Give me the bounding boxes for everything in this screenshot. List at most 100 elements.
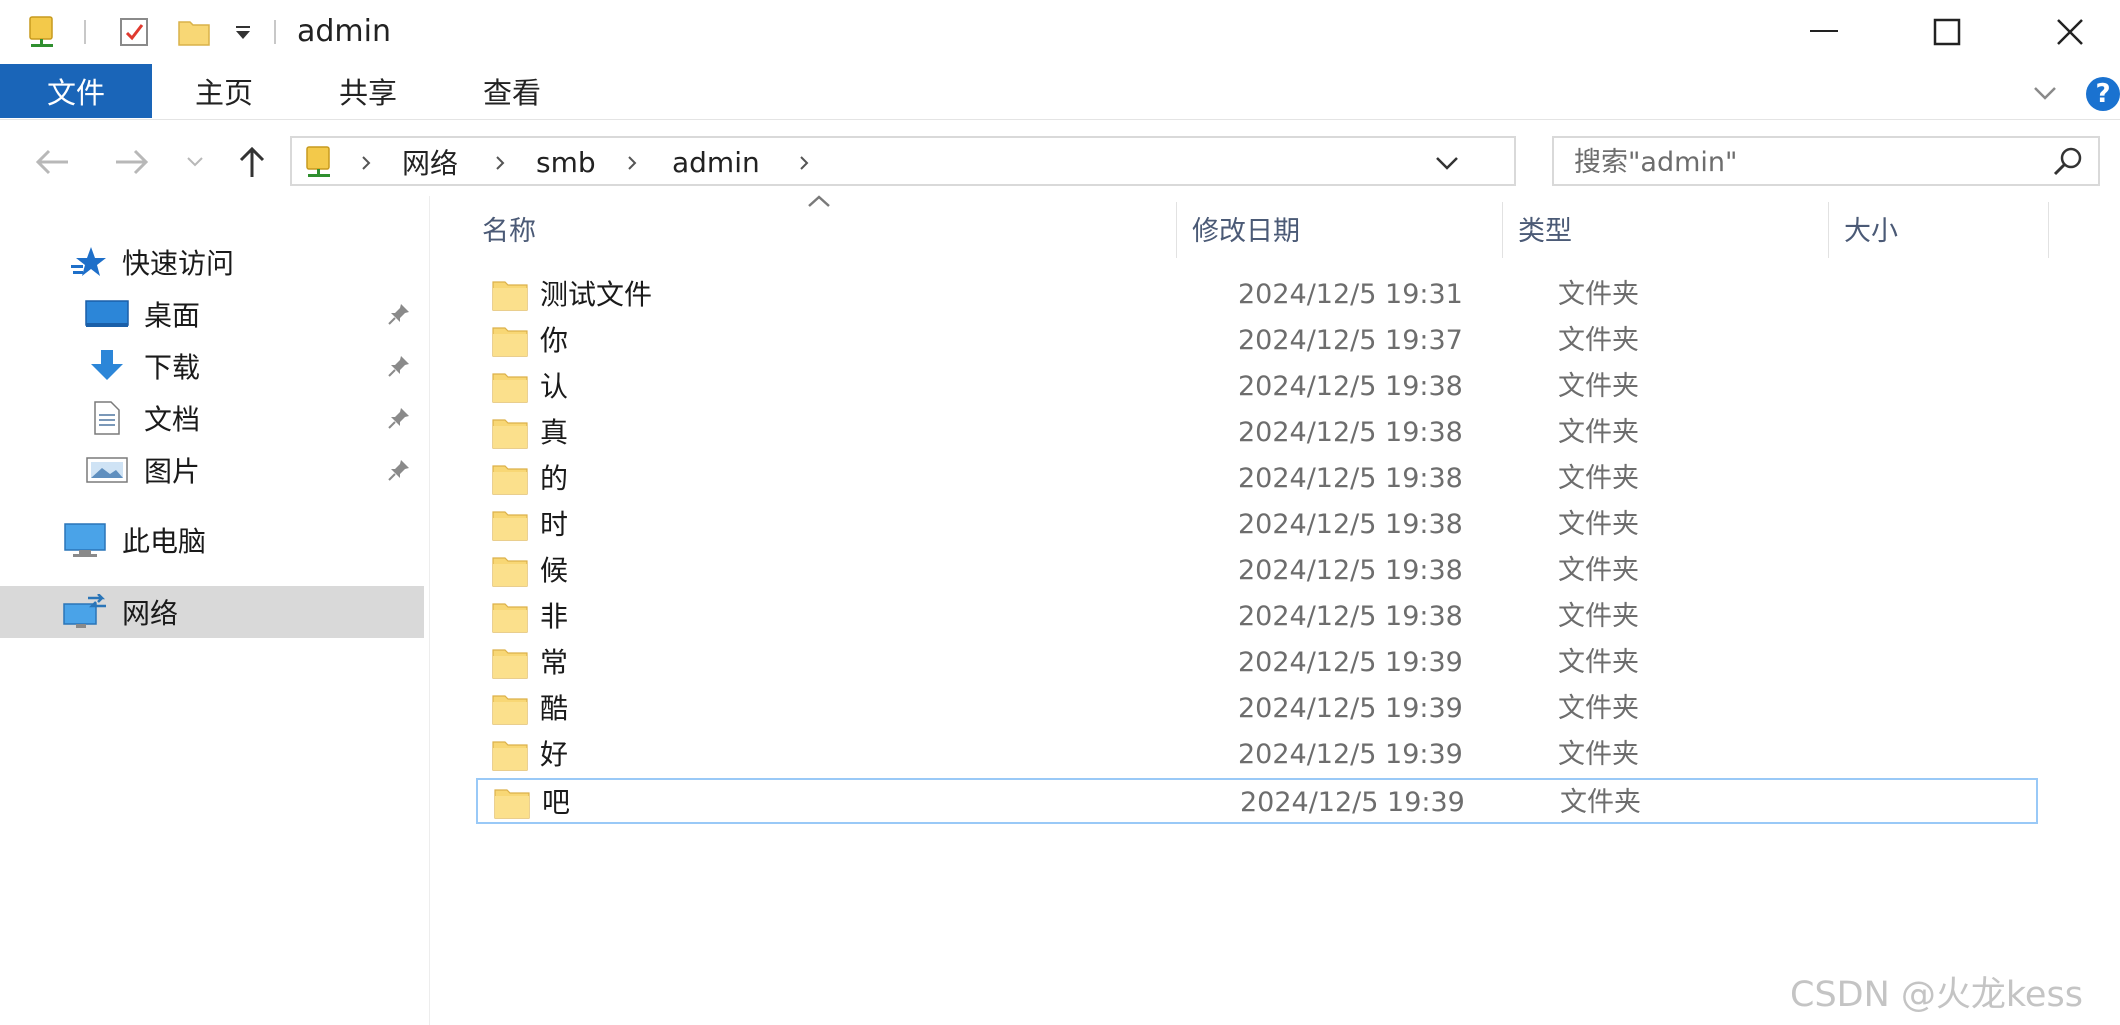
folder-icon bbox=[492, 741, 528, 771]
nav-item-documents[interactable]: 文档 bbox=[0, 392, 424, 444]
breadcrumb-smb[interactable]: smb bbox=[536, 144, 596, 180]
network-icon bbox=[62, 592, 108, 632]
nav-item-desktop[interactable]: 桌面 bbox=[0, 288, 424, 340]
search-icon[interactable] bbox=[2048, 144, 2088, 180]
pin-icon[interactable] bbox=[384, 455, 414, 485]
file-name[interactable]: 吧 bbox=[542, 780, 570, 826]
ribbon: 文件 主页 共享 查看 bbox=[0, 64, 2120, 120]
close-button[interactable] bbox=[2020, 0, 2120, 64]
download-icon bbox=[84, 346, 130, 386]
help-icon[interactable]: ? bbox=[2086, 77, 2120, 111]
file-name[interactable]: 你 bbox=[540, 318, 568, 364]
table-row[interactable]: 候 2024/12/5 19:38 文件夹 bbox=[476, 548, 2038, 594]
search-input[interactable] bbox=[1574, 144, 2034, 180]
breadcrumb-chevron-icon[interactable] bbox=[626, 146, 638, 180]
recent-locations-chevron-icon[interactable] bbox=[180, 140, 210, 184]
close-icon bbox=[2057, 19, 2083, 45]
tab-home[interactable]: 主页 bbox=[172, 64, 276, 118]
network-drive-icon[interactable] bbox=[22, 14, 62, 50]
customize-dropdown-icon[interactable] bbox=[228, 14, 258, 50]
pin-icon[interactable] bbox=[384, 351, 414, 381]
file-list: 名称 修改日期 类型 大小 测试文件 2024/12/5 19:31 文件夹你 202… bbox=[432, 195, 2120, 1025]
breadcrumb-admin[interactable]: admin bbox=[672, 144, 760, 180]
breadcrumb-chevron-icon[interactable] bbox=[798, 146, 810, 180]
nav-this-pc[interactable]: 此电脑 bbox=[0, 514, 424, 566]
file-name[interactable]: 酷 bbox=[540, 686, 568, 732]
column-divider[interactable] bbox=[1176, 202, 1177, 258]
column-divider[interactable] bbox=[2048, 202, 2049, 258]
address-bar[interactable]: 网络 smb admin bbox=[290, 136, 1795, 186]
file-name[interactable]: 候 bbox=[540, 548, 568, 594]
file-modified-date: 2024/12/5 19:39 bbox=[1240, 787, 1465, 818]
back-arrow-icon[interactable] bbox=[32, 140, 72, 184]
nav-network[interactable]: 网络 bbox=[0, 586, 424, 638]
file-name[interactable]: 时 bbox=[540, 502, 568, 548]
column-header-size[interactable]: 大小 bbox=[1844, 196, 2024, 260]
tab-file[interactable]: 文件 bbox=[0, 64, 152, 118]
tab-share[interactable]: 共享 bbox=[316, 64, 420, 118]
file-modified-date: 2024/12/5 19:38 bbox=[1238, 509, 1463, 540]
maximize-button[interactable] bbox=[1897, 0, 1997, 64]
file-name[interactable]: 认 bbox=[540, 364, 568, 410]
tab-view[interactable]: 查看 bbox=[460, 64, 564, 118]
table-row[interactable]: 真 2024/12/5 19:38 文件夹 bbox=[476, 410, 2038, 456]
file-modified-date: 2024/12/5 19:38 bbox=[1238, 555, 1463, 586]
column-divider[interactable] bbox=[1828, 202, 1829, 258]
column-header-name[interactable]: 名称 bbox=[482, 196, 942, 260]
properties-checkbox-icon[interactable] bbox=[114, 14, 154, 50]
nav-quick-access[interactable]: 快速访问 bbox=[0, 236, 424, 288]
up-arrow-icon[interactable] bbox=[232, 140, 272, 184]
table-row[interactable]: 认 2024/12/5 19:38 文件夹 bbox=[476, 364, 2038, 410]
table-row[interactable]: 的 2024/12/5 19:38 文件夹 bbox=[476, 456, 2038, 502]
file-name[interactable]: 常 bbox=[540, 640, 568, 686]
file-modified-date: 2024/12/5 19:39 bbox=[1238, 693, 1463, 724]
column-header-modified[interactable]: 修改日期 bbox=[1192, 196, 1492, 260]
table-row[interactable]: 非 2024/12/5 19:38 文件夹 bbox=[476, 594, 2038, 640]
search-box[interactable] bbox=[1552, 136, 2100, 186]
folder-icon bbox=[494, 789, 530, 819]
table-row[interactable]: 常 2024/12/5 19:39 文件夹 bbox=[476, 640, 2038, 686]
file-modified-date: 2024/12/5 19:38 bbox=[1238, 601, 1463, 632]
breadcrumb-chevron-icon[interactable] bbox=[360, 146, 372, 180]
file-type: 文件夹 bbox=[1558, 693, 1639, 724]
minimize-icon bbox=[1810, 30, 1838, 32]
new-folder-icon[interactable] bbox=[174, 14, 214, 50]
table-row[interactable]: 时 2024/12/5 19:38 文件夹 bbox=[476, 502, 2038, 548]
file-type: 文件夹 bbox=[1558, 325, 1639, 356]
nav-label: 桌面 bbox=[144, 299, 201, 332]
file-name[interactable]: 非 bbox=[540, 594, 568, 640]
column-header-type[interactable]: 类型 bbox=[1518, 196, 1798, 260]
minimize-button[interactable] bbox=[1774, 0, 1874, 64]
file-name[interactable]: 测试文件 bbox=[540, 272, 652, 318]
table-row[interactable]: 你 2024/12/5 19:37 文件夹 bbox=[476, 318, 2038, 364]
watermark: CSDN @火龙kess bbox=[1790, 975, 2083, 1015]
maximize-icon bbox=[1933, 18, 1961, 46]
file-name[interactable]: 好 bbox=[540, 732, 568, 778]
file-type: 文件夹 bbox=[1558, 739, 1639, 770]
file-modified-date: 2024/12/5 19:31 bbox=[1238, 279, 1463, 310]
nav-item-downloads[interactable]: 下载 bbox=[0, 340, 424, 392]
address-dropdown-chevron-icon[interactable] bbox=[1434, 146, 1460, 180]
nav-label: 文档 bbox=[144, 403, 201, 436]
breadcrumb-network[interactable]: 网络 bbox=[402, 144, 458, 180]
computer-icon bbox=[62, 520, 108, 560]
column-divider[interactable] bbox=[1502, 202, 1503, 258]
file-type: 文件夹 bbox=[1560, 787, 1641, 818]
file-name[interactable]: 的 bbox=[540, 456, 568, 502]
table-row[interactable]: 好 2024/12/5 19:39 文件夹 bbox=[476, 732, 2038, 778]
folder-icon bbox=[492, 465, 528, 495]
file-type: 文件夹 bbox=[1558, 647, 1639, 678]
pin-icon[interactable] bbox=[384, 403, 414, 433]
file-type: 文件夹 bbox=[1558, 463, 1639, 494]
expand-ribbon-chevron-icon[interactable] bbox=[2030, 78, 2060, 108]
nav-label: 网络 bbox=[122, 597, 179, 630]
table-row[interactable]: 测试文件 2024/12/5 19:31 文件夹 bbox=[476, 272, 2038, 318]
pin-icon[interactable] bbox=[384, 299, 414, 329]
nav-item-pictures[interactable]: 图片 bbox=[0, 444, 424, 496]
table-row[interactable]: 酷 2024/12/5 19:39 文件夹 bbox=[476, 686, 2038, 732]
forward-arrow-icon[interactable] bbox=[112, 140, 152, 184]
file-name[interactable]: 真 bbox=[540, 410, 568, 456]
breadcrumb-chevron-icon[interactable] bbox=[494, 146, 506, 180]
folder-icon bbox=[492, 603, 528, 633]
table-row[interactable]: 吧 2024/12/5 19:39 文件夹 bbox=[476, 778, 2038, 824]
